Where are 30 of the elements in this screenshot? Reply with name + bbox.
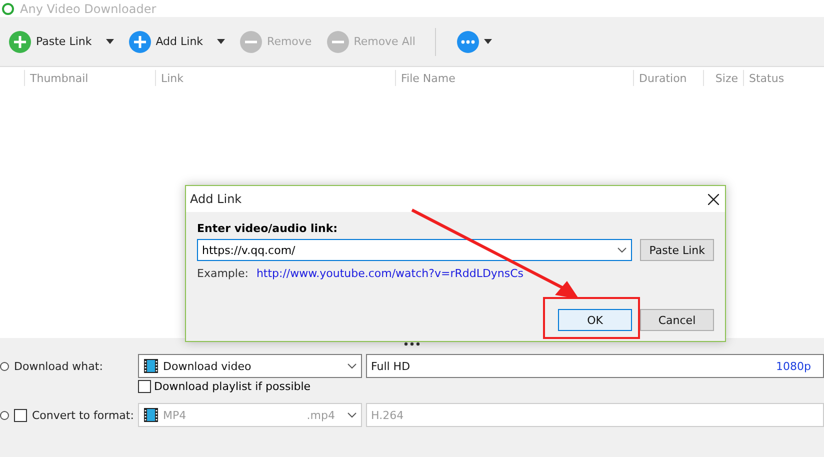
window-title: Any Video Downloader <box>20 2 156 16</box>
chevron-down-icon <box>347 363 357 369</box>
paste-link-button[interactable]: Paste Link <box>640 239 714 261</box>
minus-circle-icon <box>239 30 264 54</box>
example-label: Example: <box>197 267 248 280</box>
chevron-down-icon <box>617 247 628 253</box>
dialog-title: Add Link <box>190 192 242 206</box>
dialog-button[interactable]: Cancel <box>640 309 714 331</box>
minus-circle-icon <box>326 30 350 54</box>
plus-circle-icon <box>8 30 32 54</box>
more-icon <box>456 30 480 54</box>
field-label: Convert to format: <box>32 408 134 422</box>
film-icon <box>143 407 159 423</box>
app-logo-icon <box>2 2 14 14</box>
toolbar-button[interactable]: Add Link <box>124 26 230 56</box>
plus-circle-icon <box>128 30 152 54</box>
quality-dropdown[interactable]: Full HD 1080p <box>366 354 824 378</box>
field-label: Download what: <box>14 360 103 372</box>
dialog-button[interactable]: OK <box>558 309 632 331</box>
splitter-handle-icon[interactable] <box>404 342 420 346</box>
toolbar-button[interactable]: Paste Link <box>4 26 118 56</box>
link-prompt: Enter video/audio link: <box>197 222 339 235</box>
playlist-checkbox[interactable]: Download playlist if possible <box>138 380 824 393</box>
download-type-dropdown[interactable]: Download video <box>138 354 362 378</box>
link-input-field[interactable]: https://v.qq.com/ <box>197 239 632 261</box>
close-icon[interactable] <box>708 194 719 204</box>
chevron-down-icon <box>347 412 357 418</box>
radio-button[interactable] <box>0 362 9 370</box>
example-link[interactable]: http://www.youtube.com/watch?v=rRddLDynsCs <box>256 267 524 280</box>
film-icon <box>143 358 159 374</box>
